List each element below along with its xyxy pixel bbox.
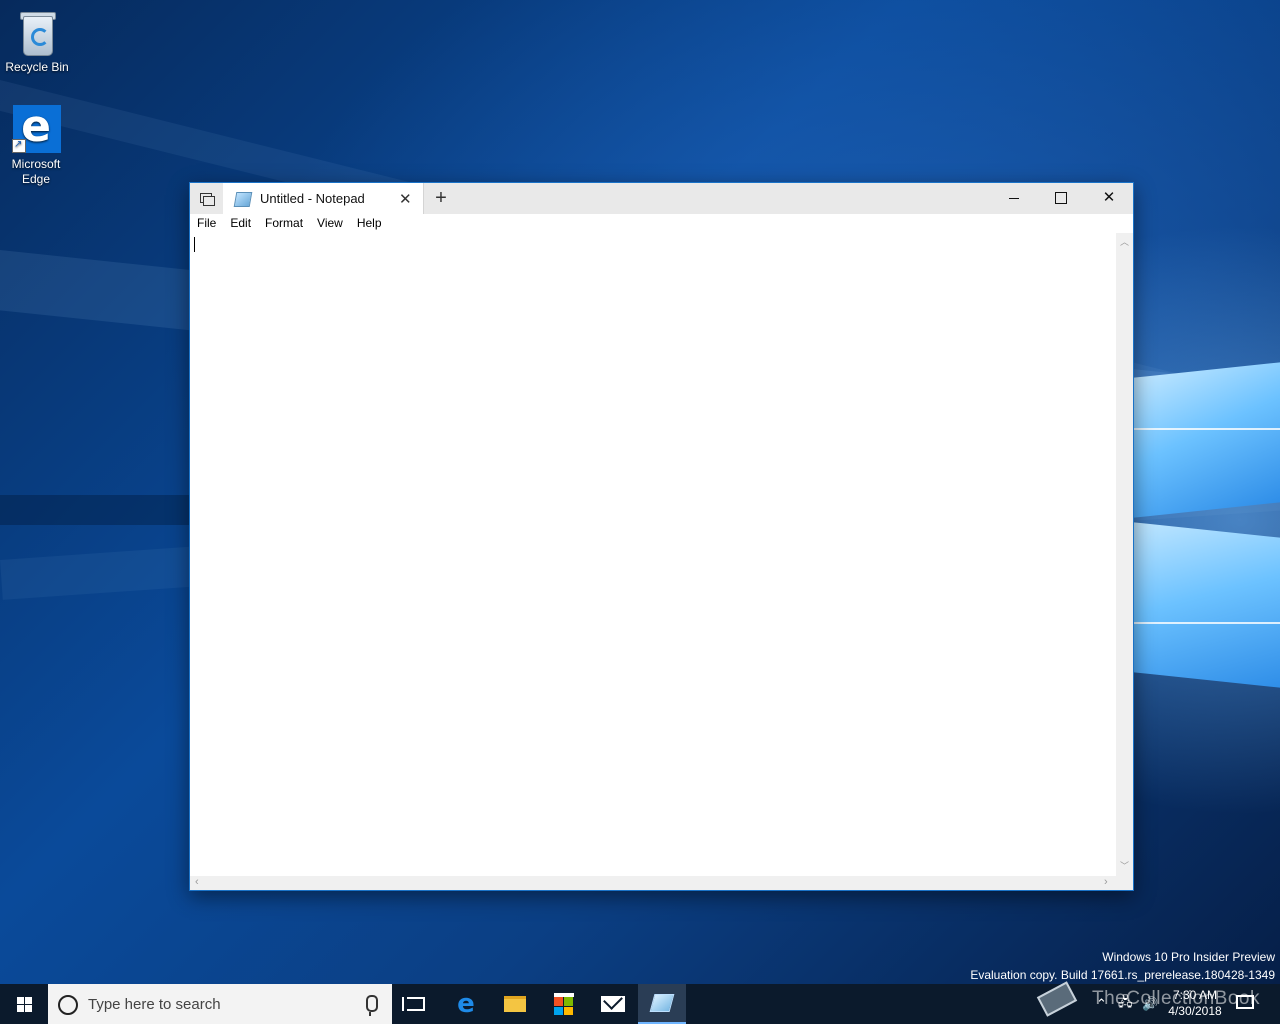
desktop-icon-recycle-bin[interactable]: Recycle Bin	[1, 8, 73, 75]
search-placeholder: Type here to search	[88, 996, 221, 1013]
shortcut-arrow-icon	[12, 137, 26, 153]
tabs-icon	[199, 192, 215, 206]
taskbar-file-explorer-button[interactable]	[491, 984, 539, 1024]
start-button[interactable]	[0, 984, 48, 1024]
light-beam	[0, 495, 200, 525]
build-watermark: Windows 10 Pro Insider Preview Evaluatio…	[970, 948, 1275, 984]
close-button[interactable]: ✕	[1086, 183, 1132, 214]
edge-icon: e	[12, 105, 61, 153]
menu-help[interactable]: Help	[350, 214, 389, 233]
task-view-icon	[402, 997, 425, 1011]
mail-icon	[601, 996, 625, 1012]
vertical-scrollbar[interactable]: ︿ ﹀	[1116, 233, 1133, 876]
file-explorer-icon	[504, 996, 526, 1012]
menu-format[interactable]: Format	[258, 214, 310, 233]
notepad-icon	[233, 192, 253, 207]
notepad-icon	[649, 994, 675, 1012]
desktop: Recycle Bin e Microsoft Edge Untitled - …	[0, 0, 1280, 984]
horizontal-scrollbar[interactable]: ‹ ›	[190, 876, 1116, 890]
tab-notepad[interactable]: Untitled - Notepad ✕	[223, 183, 424, 214]
set-aside-tabs-button[interactable]	[190, 183, 223, 214]
minimize-icon	[1009, 197, 1019, 199]
menu-bar: File Edit Format View Help	[190, 214, 1133, 233]
notepad-window: Untitled - Notepad ✕ + ✕ File Edit Forma…	[189, 182, 1134, 891]
recycle-bin-icon	[13, 8, 61, 56]
title-bar[interactable]: Untitled - Notepad ✕ + ✕	[190, 183, 1133, 214]
menu-edit[interactable]: Edit	[223, 214, 258, 233]
search-box[interactable]: Type here to search	[48, 984, 392, 1024]
taskbar-store-button[interactable]	[540, 984, 588, 1024]
desktop-icon-label: Microsoft Edge	[11, 157, 61, 186]
book-logo-icon	[1034, 978, 1078, 1017]
edge-icon: e	[457, 989, 475, 1019]
taskbar-edge-button[interactable]: e	[442, 984, 490, 1024]
menu-view[interactable]: View	[310, 214, 350, 233]
resize-grip[interactable]	[1116, 876, 1133, 890]
close-icon: ✕	[1102, 189, 1116, 206]
microphone-icon[interactable]	[366, 995, 378, 1016]
tab-close-icon[interactable]: ✕	[399, 190, 412, 208]
taskbar-notepad-button[interactable]	[638, 984, 686, 1024]
new-tab-button[interactable]: +	[430, 187, 452, 209]
watermark-edition: Windows 10 Pro Insider Preview	[1102, 950, 1275, 964]
windows-logo-wallpaper	[1134, 310, 1280, 730]
store-icon	[554, 993, 574, 1015]
taskbar: Type here to search e ⌃ 🖧 🔊 7:30 AM 4/30…	[0, 984, 1280, 1024]
menu-file[interactable]: File	[190, 214, 223, 233]
windows-logo-icon	[16, 996, 32, 1012]
watermark-build: Evaluation copy. Build 17661.rs_prerelea…	[970, 968, 1275, 982]
taskbar-mail-button[interactable]	[589, 984, 637, 1024]
cortana-icon	[58, 995, 78, 1015]
maximize-button[interactable]	[1038, 183, 1084, 214]
scroll-down-icon[interactable]: ﹀	[1120, 859, 1129, 872]
maximize-icon	[1055, 192, 1067, 205]
desktop-icon-label: Recycle Bin	[5, 60, 69, 74]
scroll-right-icon[interactable]: ›	[1104, 876, 1108, 888]
desktop-icon-microsoft-edge[interactable]: e Microsoft Edge	[0, 105, 72, 187]
task-view-button[interactable]	[392, 984, 440, 1024]
scroll-up-icon[interactable]: ︿	[1120, 235, 1129, 248]
text-caret	[194, 237, 195, 252]
brand-overlay-text: TheCollectionBook	[1092, 988, 1260, 1009]
tab-title: Untitled - Notepad	[260, 191, 365, 206]
text-editor[interactable]	[190, 233, 1116, 876]
minimize-button[interactable]	[991, 183, 1037, 214]
scroll-left-icon[interactable]: ‹	[195, 876, 199, 888]
